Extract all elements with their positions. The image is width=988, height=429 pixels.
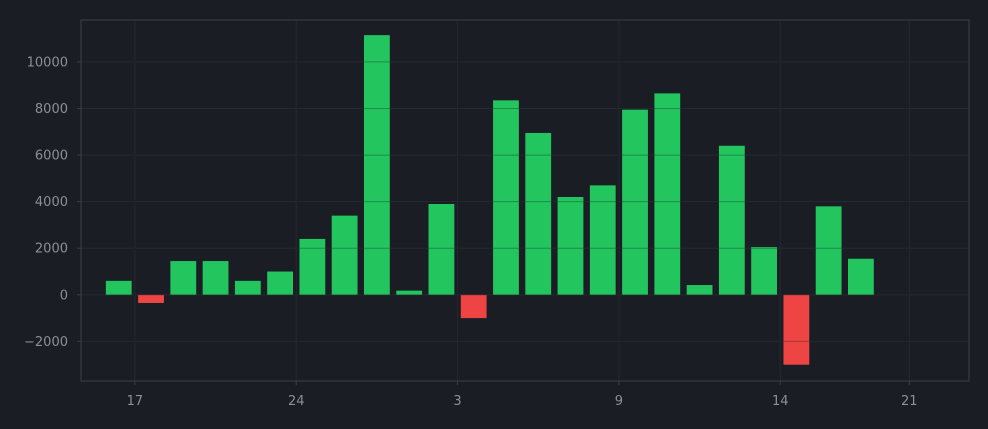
bar <box>234 280 261 295</box>
chart-container: −2000 0 2000 4000 6000 8000 10000 17 24 3 9 14 21 <box>0 0 988 429</box>
bar <box>622 109 648 295</box>
x-tick-label: 24 <box>288 394 305 409</box>
bar <box>557 197 584 295</box>
y-axis: −2000 0 2000 4000 6000 8000 10000 <box>24 55 81 350</box>
bar <box>525 132 552 295</box>
bar <box>718 145 745 295</box>
x-tick-label: 21 <box>901 394 918 409</box>
bar <box>202 261 229 295</box>
y-tick-label: 8000 <box>35 102 68 117</box>
bar <box>460 294 487 319</box>
bar-chart: −2000 0 2000 4000 6000 8000 10000 17 24 3 9 14 21 <box>24 19 970 409</box>
x-tick-label: 14 <box>772 394 789 409</box>
y-tick-label: 0 <box>60 288 68 303</box>
bar <box>783 294 810 365</box>
y-tick-label: 10000 <box>27 55 68 70</box>
y-tick-label: 6000 <box>35 149 68 164</box>
y-tick-label: −2000 <box>24 335 68 350</box>
x-tick-label: 9 <box>615 394 623 409</box>
bar <box>428 203 455 295</box>
bars <box>105 35 874 365</box>
bar <box>751 247 778 295</box>
bar <box>847 258 874 295</box>
grid-lines <box>81 20 969 381</box>
bar <box>686 285 713 295</box>
bar <box>170 261 197 295</box>
x-axis: 17 24 3 9 14 21 <box>127 381 918 409</box>
bar <box>105 280 132 295</box>
x-tick-label: 3 <box>453 394 461 409</box>
bar <box>363 35 390 295</box>
bar <box>299 238 326 295</box>
bar <box>396 290 423 295</box>
bar <box>815 206 842 295</box>
bar <box>331 215 358 295</box>
plot-frame <box>80 19 970 382</box>
y-tick-label: 4000 <box>35 195 68 210</box>
x-tick-label: 17 <box>127 394 144 409</box>
y-tick-label: 2000 <box>35 242 68 257</box>
bar <box>267 271 293 295</box>
bar <box>493 100 519 295</box>
bar <box>654 93 681 295</box>
grid-overlay <box>81 20 969 381</box>
bar <box>138 294 164 303</box>
